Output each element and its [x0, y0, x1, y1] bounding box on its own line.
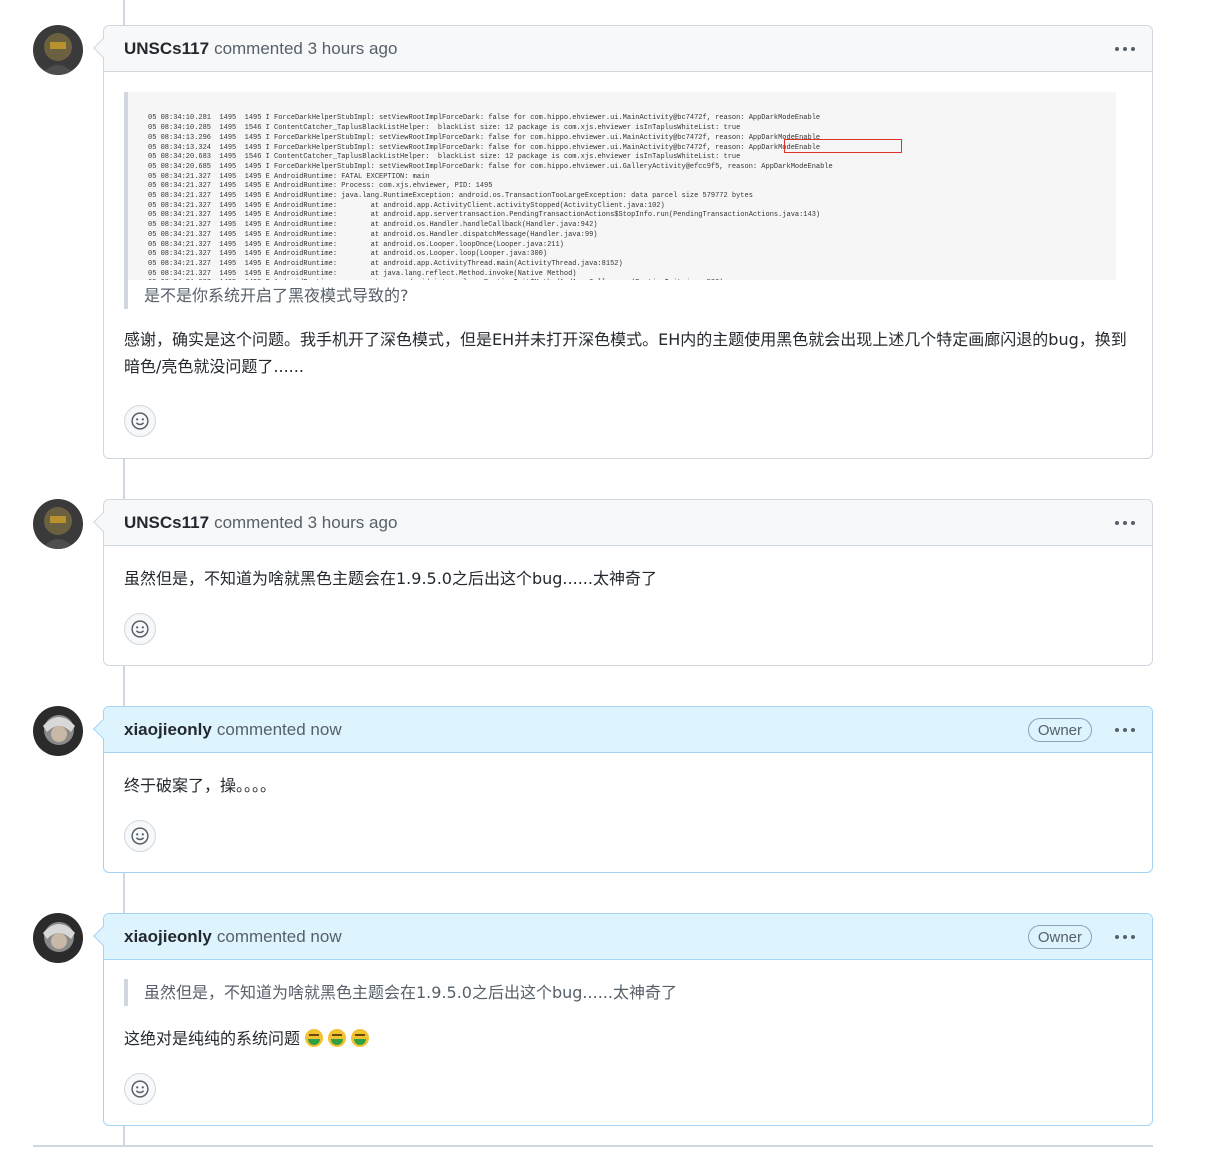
quote-text: 虽然但是，不知道为啥就黑色主题会在1.9.5.0之后出这个bug......太神… [144, 983, 677, 1002]
comment-timestamp[interactable]: commented now [217, 927, 342, 947]
log-line: 05 08:34:21.327 1495 1495 E AndroidRunti… [148, 192, 753, 201]
log-line: 05 08:34:21.327 1495 1495 E AndroidRunti… [148, 172, 430, 181]
log-line: 05 08:34:21.327 1495 1495 E AndroidRunti… [148, 221, 598, 230]
avatar[interactable] [33, 706, 83, 756]
log-line: 05 08:34:21.327 1495 1495 E AndroidRunti… [148, 240, 564, 249]
author-link[interactable]: xiaojieonly [124, 720, 212, 740]
log-line: 05 08:34:20.683 1495 1546 I ContentCatch… [148, 153, 741, 162]
comment-box: xiaojieonly commented now Owner 终于破案了，操。… [93, 706, 1153, 873]
comment-header: UNSCs117 commented 3 hours ago [93, 26, 1152, 72]
comment-box: UNSCs117 commented 3 hours ago 05 08:34:… [93, 25, 1153, 459]
comment-header: UNSCs117 commented 3 hours ago [93, 500, 1152, 546]
author-link[interactable]: UNSCs117 [124, 513, 209, 533]
kebab-horizontal-icon[interactable] [1110, 922, 1140, 952]
comment-text: 虽然但是，不知道为啥就黑色主题会在1.9.5.0之后出这个bug......太神… [124, 569, 657, 588]
log-line: 05 08:34:21.327 1495 1495 E AndroidRunti… [148, 250, 548, 259]
comment-text: 这绝对是纯纯的系统问题 [124, 1025, 1132, 1052]
avatar[interactable] [33, 913, 83, 963]
quote-block: 05 08:34:10.281 1495 1495 I ForceDarkHel… [124, 92, 1132, 309]
kebab-horizontal-icon[interactable] [1110, 715, 1140, 745]
log-lines: 05 08:34:10.281 1495 1495 I ForceDarkHel… [148, 114, 1116, 280]
comment-text: 终于破案了，操。。。。 [124, 776, 277, 795]
log-line: 05 08:34:10.285 1495 1546 I ContentCatch… [148, 124, 741, 133]
timeline-end-divider [33, 1145, 1153, 1147]
owner-badge: Owner [1027, 925, 1092, 949]
comment-timestamp[interactable]: commented 3 hours ago [214, 513, 397, 533]
comment-timestamp[interactable]: commented 3 hours ago [214, 39, 397, 59]
smiley-icon[interactable] [124, 1073, 156, 1105]
comment-timestamp[interactable]: commented now [217, 720, 342, 740]
log-line: 05 08:34:21.327 1495 1495 E AndroidRunti… [148, 279, 1116, 280]
header-pointer [93, 512, 113, 532]
log-line: 05 08:34:21.327 1495 1495 E AndroidRunti… [148, 259, 623, 268]
log-line: 05 08:34:21.327 1495 1495 E AndroidRunti… [148, 201, 665, 210]
comment-box: UNSCs117 commented 3 hours ago 虽然但是，不知道为… [93, 499, 1153, 666]
nauseated-face-emoji [305, 1029, 324, 1047]
log-line: 05 08:34:21.327 1495 1495 E AndroidRunti… [148, 269, 577, 278]
nauseated-face-emoji [328, 1029, 347, 1047]
comment-text: 感谢，确实是这个问题。我手机开了深色模式，但是EH并未打开深色模式。EH内的主题… [124, 330, 1127, 376]
header-pointer [93, 926, 113, 946]
comment-box: xiaojieonly commented now Owner 虽然但是，不知道… [93, 913, 1153, 1126]
kebab-horizontal-icon[interactable] [1110, 508, 1140, 538]
log-line: 05 08:34:13.296 1495 1495 I ForceDarkHel… [148, 133, 821, 142]
log-line: 05 08:34:10.281 1495 1495 I ForceDarkHel… [148, 114, 821, 123]
avatar[interactable] [33, 499, 83, 549]
log-line: 05 08:34:21.327 1495 1495 E AndroidRunti… [148, 182, 493, 191]
log-screenshot: 05 08:34:10.281 1495 1495 I ForceDarkHel… [128, 92, 1116, 280]
author-link[interactable]: xiaojieonly [124, 927, 212, 947]
smiley-icon[interactable] [124, 613, 156, 645]
log-line: 05 08:34:20.685 1495 1495 I ForceDarkHel… [148, 162, 833, 171]
quote-block: 虽然但是，不知道为啥就黑色主题会在1.9.5.0之后出这个bug......太神… [124, 979, 1132, 1006]
quote-text: 是不是你系统开启了黑夜模式导致的? [144, 286, 409, 305]
header-pointer [93, 38, 113, 58]
nauseated-face-emoji [351, 1029, 370, 1047]
log-line: 05 08:34:21.327 1495 1495 E AndroidRunti… [148, 230, 598, 239]
header-pointer [93, 719, 113, 739]
smiley-icon[interactable] [124, 820, 156, 852]
kebab-horizontal-icon[interactable] [1110, 34, 1140, 64]
smiley-icon[interactable] [124, 405, 156, 437]
comment-header: xiaojieonly commented now Owner [93, 707, 1152, 753]
avatar[interactable] [33, 25, 83, 75]
log-line: 05 08:34:13.324 1495 1495 I ForceDarkHel… [148, 143, 821, 152]
comment-header: xiaojieonly commented now Owner [93, 914, 1152, 960]
author-link[interactable]: UNSCs117 [124, 39, 209, 59]
highlight-box [784, 139, 902, 153]
owner-badge: Owner [1027, 718, 1092, 742]
comment-text-content: 这绝对是纯纯的系统问题 [124, 1029, 301, 1048]
log-line: 05 08:34:21.327 1495 1495 E AndroidRunti… [148, 211, 821, 220]
